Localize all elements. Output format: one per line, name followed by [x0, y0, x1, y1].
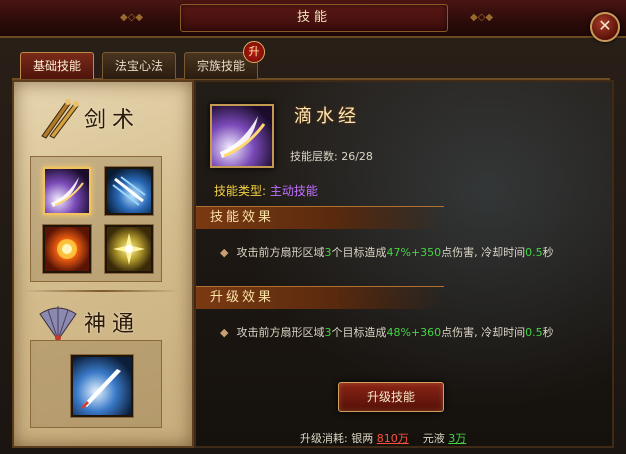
- effect-mid: 个目标造成: [331, 246, 387, 259]
- divine-skill-grid: [30, 340, 162, 428]
- upgrade-effect-header-label: 升级效果: [210, 290, 275, 305]
- divine-art-header: 神通: [14, 296, 192, 344]
- upgrade-pre: 攻击前方扇形区域: [236, 326, 325, 339]
- window-title: 技能: [296, 10, 331, 25]
- sword-art-header: 剑术: [14, 92, 192, 140]
- upgrade-cost: 升级消耗: 银两 810万 元液 3万: [300, 430, 466, 446]
- golden-flare-icon: [113, 233, 145, 265]
- close-button[interactable]: ✕: [590, 12, 620, 42]
- title-ornament-right-icon: ◆◇◆: [470, 12, 494, 23]
- title-bar: ◆◇◆ 技能 ◆◇◆: [0, 0, 626, 38]
- effect-pre: 攻击前方扇形区域: [236, 246, 325, 259]
- cost-label: 升级消耗: 银两: [300, 432, 374, 445]
- sword-art-title: 剑术: [84, 108, 141, 133]
- effect-header-label: 技能效果: [210, 210, 275, 225]
- skill-slot-flying-sword[interactable]: [71, 355, 133, 417]
- title-ornament-left-icon: ◆◇◆: [120, 12, 144, 23]
- tab-bar: 基础技能 法宝心法 宗族技能 升: [12, 41, 610, 80]
- title-plate: 技能: [180, 4, 448, 32]
- flying-sword-icon: [81, 369, 121, 409]
- skill-window: ◆◇◆ 技能 ◆◇◆ ✕ 基础技能 法宝心法 宗族技能 升 剑术 神通 滴水经 …: [0, 0, 626, 454]
- effect-plus: +350: [410, 246, 442, 259]
- upgrade-mid: 个目标造成: [331, 326, 387, 339]
- divine-art-title: 神通: [84, 312, 141, 337]
- skill-effect-text: ◆ 攻击前方扇形区域3个目标造成47%+350点伤害, 冷却时间0.5秒: [220, 244, 554, 260]
- effect-header: 技能效果: [196, 206, 444, 229]
- upgrade-unit: 秒: [542, 326, 554, 339]
- fire-burst-icon: [57, 239, 77, 259]
- tab-treasure-methods[interactable]: 法宝心法: [102, 52, 176, 79]
- tab-clan-skills[interactable]: 宗族技能 升: [184, 41, 265, 79]
- skill-list-panel: 剑术 神通: [12, 80, 194, 448]
- fan-emblem-icon: [39, 306, 77, 341]
- sword-slash-icon: [51, 177, 84, 207]
- skill-name: 滴水经: [294, 106, 360, 127]
- skill-slot-golden[interactable]: [105, 225, 153, 273]
- upgrade-plus: +360: [410, 326, 442, 339]
- sword-slash-icon: [220, 116, 266, 158]
- bullet-icon: ◆: [220, 326, 229, 339]
- skill-detail-panel: 滴水经 技能层数: 26/28 技能类型: 主动技能 技能效果 ◆ 攻击前方扇形区…: [194, 80, 614, 448]
- skill-level: 技能层数: 26/28: [290, 150, 373, 163]
- cost-silver: 810万: [376, 432, 409, 445]
- upgrade-effect-text: ◆ 攻击前方扇形区域3个目标造成48%+360点伤害, 冷却时间0.5秒: [220, 324, 554, 340]
- effect-unit: 秒: [542, 246, 554, 259]
- upgrade-effect-header: 升级效果: [196, 286, 444, 309]
- sword-skill-grid: [30, 156, 162, 282]
- upgrade-badge: 升: [243, 41, 265, 63]
- effect-cooldown: 0.5: [525, 246, 543, 259]
- selected-skill-icon: [210, 104, 274, 168]
- upgrade-post: 点伤害, 冷却时间: [441, 326, 526, 339]
- skill-slot-ice[interactable]: [105, 167, 153, 215]
- skill-type-value: 主动技能: [269, 184, 318, 198]
- tab-label: 宗族技能: [196, 59, 245, 73]
- tab-basic-skills[interactable]: 基础技能: [20, 52, 94, 79]
- close-icon: ✕: [598, 16, 612, 35]
- bullet-icon: ◆: [220, 246, 229, 259]
- effect-pct: 47%: [386, 246, 411, 259]
- upgrade-cooldown: 0.5: [525, 326, 543, 339]
- section-divider: [24, 290, 180, 292]
- skill-type: 技能类型: 主动技能: [214, 182, 318, 199]
- skill-slot-fire[interactable]: [43, 225, 91, 273]
- tab-label: 法宝心法: [114, 59, 163, 73]
- cost-yuanye: 3万: [448, 432, 467, 445]
- cost-yuanye-label: 元液: [422, 432, 445, 445]
- skill-slot-water-classic[interactable]: [43, 167, 91, 215]
- tab-label: 基础技能: [32, 59, 81, 73]
- ice-slash-icon: [112, 176, 146, 206]
- upgrade-pct: 48%: [386, 326, 411, 339]
- upgrade-skill-button[interactable]: 升级技能: [338, 382, 444, 412]
- effect-post: 点伤害, 冷却时间: [441, 246, 526, 259]
- skill-type-label: 技能类型:: [214, 184, 267, 198]
- crossed-swords-icon: [41, 99, 79, 139]
